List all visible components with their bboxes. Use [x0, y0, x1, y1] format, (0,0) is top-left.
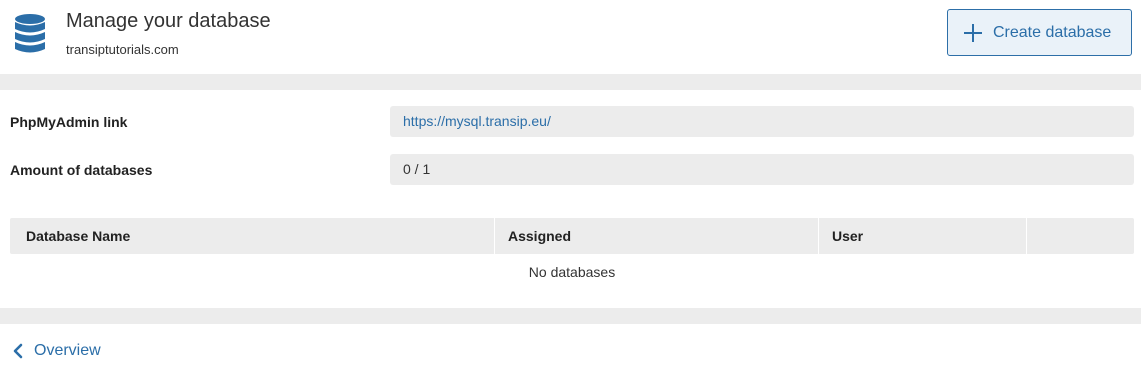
chevron-left-icon — [13, 343, 23, 359]
create-database-button[interactable]: Create database — [947, 9, 1132, 56]
table-header: Database Name Assigned User — [10, 218, 1134, 254]
section-divider-bottom — [0, 308, 1141, 324]
back-to-overview-link[interactable]: Overview — [12, 342, 101, 360]
amount-label: Amount of databases — [10, 162, 153, 178]
plus-icon — [964, 23, 982, 42]
page-header: Manage your database transiptutorials.co… — [0, 0, 1141, 74]
section-divider — [0, 74, 1141, 90]
column-header-database-name: Database Name — [10, 218, 495, 254]
database-panel: PhpMyAdmin link https://mysql.transip.eu… — [0, 90, 1141, 308]
overview-label: Overview — [34, 342, 101, 359]
column-header-user: User — [819, 218, 1027, 254]
domain-name: transiptutorials.com — [66, 42, 179, 57]
phpmyadmin-label: PhpMyAdmin link — [10, 114, 128, 130]
database-icon — [15, 14, 45, 53]
column-header-actions — [1027, 218, 1134, 254]
column-header-assigned: Assigned — [495, 218, 819, 254]
phpmyadmin-link[interactable]: https://mysql.transip.eu/ — [390, 106, 1134, 137]
create-database-label: Create database — [993, 23, 1112, 41]
page-title: Manage your database — [66, 10, 271, 32]
amount-value: 0 / 1 — [390, 154, 1134, 185]
empty-table-message: No databases — [528, 264, 616, 280]
